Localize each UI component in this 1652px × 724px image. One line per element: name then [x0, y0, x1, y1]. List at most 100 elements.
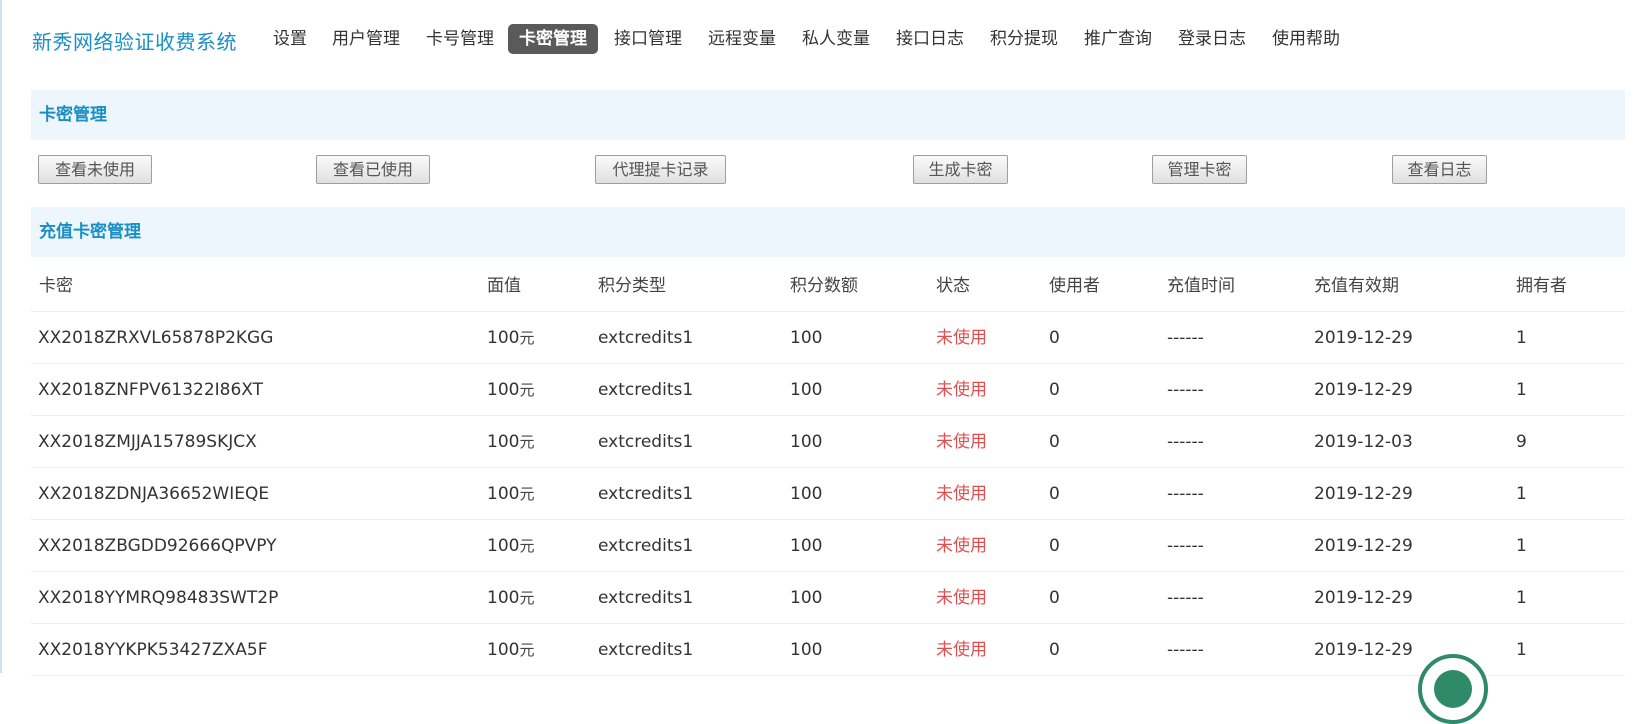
nav-api-management[interactable]: 接口管理 [611, 24, 685, 54]
owner-id: 1 [1516, 380, 1527, 400]
expiry-date: 2019-12-03 [1314, 432, 1413, 452]
credit-amount: 100 [790, 432, 823, 452]
floating-service-icon[interactable] [1418, 654, 1488, 724]
agent-card-records-button[interactable]: 代理提卡记录 [595, 155, 726, 184]
credit-type: extcredits1 [598, 328, 694, 348]
value-number: 100 [487, 380, 520, 400]
nav-user-management[interactable]: 用户管理 [329, 24, 403, 54]
nav-login-log[interactable]: 登录日志 [1175, 24, 1249, 54]
action-button-row: 查看未使用 查看已使用 代理提卡记录 生成卡密 管理卡密 查看日志 [31, 142, 1625, 194]
owner-id: 1 [1516, 536, 1527, 556]
face-value: 100元 [487, 468, 534, 520]
recharge-time: ------ [1167, 640, 1204, 660]
expiry-date: 2019-12-29 [1314, 640, 1413, 660]
table-row: XX2018ZBGDD92666QPVPY 100元 extcredits1 1… [31, 520, 1625, 572]
owner-id: 9 [1516, 432, 1527, 452]
recharge-time: ------ [1167, 536, 1204, 556]
status-text: 未使用 [936, 484, 987, 504]
nav-points-withdrawal[interactable]: 积分提现 [987, 24, 1061, 54]
top-navigation-bar: 新秀网络验证收费系统 设置 用户管理 卡号管理 卡密管理 接口管理 远程变量 私… [0, 0, 1652, 80]
column-header-value: 面值 [487, 276, 521, 296]
section-title: 卡密管理 [39, 105, 107, 125]
expiry-date: 2019-12-29 [1314, 588, 1413, 608]
recharge-time: ------ [1167, 588, 1204, 608]
table-row: XX2018ZMJJA15789SKJCX 100元 extcredits1 1… [31, 416, 1625, 468]
credit-amount: 100 [790, 328, 823, 348]
nav-api-log[interactable]: 接口日志 [893, 24, 967, 54]
manage-cards-button[interactable]: 管理卡密 [1152, 155, 1247, 184]
nav-remote-variables[interactable]: 远程变量 [705, 24, 779, 54]
main-nav: 设置 用户管理 卡号管理 卡密管理 接口管理 远程变量 私人变量 接口日志 积分… [0, 0, 1652, 80]
column-header-owner: 拥有者 [1516, 276, 1567, 296]
column-header-expiry: 充值有效期 [1314, 276, 1399, 296]
section-header-card-management: 卡密管理 [31, 90, 1625, 140]
nav-settings[interactable]: 设置 [271, 24, 309, 54]
owner-id: 1 [1516, 328, 1527, 348]
nav-card-secret-management[interactable]: 卡密管理 [508, 24, 598, 54]
expiry-date: 2019-12-29 [1314, 328, 1413, 348]
table-row: XX2018YYMRQ98483SWT2P 100元 extcredits1 1… [31, 572, 1625, 624]
user-id: 0 [1049, 536, 1060, 556]
column-header-card: 卡密 [39, 276, 73, 296]
user-id: 0 [1049, 328, 1060, 348]
column-header-recharge-time: 充值时间 [1167, 276, 1235, 296]
user-id: 0 [1049, 484, 1060, 504]
owner-id: 1 [1516, 484, 1527, 504]
section-title: 充值卡密管理 [39, 222, 141, 242]
page-left-border [0, 0, 2, 673]
recharge-card-table: 卡密 面值 积分类型 积分数额 状态 使用者 充值时间 充值有效期 拥有者 XX… [31, 260, 1625, 676]
value-number: 100 [487, 588, 520, 608]
credit-amount: 100 [790, 380, 823, 400]
user-id: 0 [1049, 432, 1060, 452]
table-header-row: 卡密 面值 积分类型 积分数额 状态 使用者 充值时间 充值有效期 拥有者 [31, 260, 1625, 312]
nav-promotion-query[interactable]: 推广查询 [1081, 24, 1155, 54]
credit-amount: 100 [790, 484, 823, 504]
status-text: 未使用 [936, 432, 987, 452]
table-body: XX2018ZRXVL65878P2KGG 100元 extcredits1 1… [31, 312, 1625, 676]
recharge-time: ------ [1167, 484, 1204, 504]
status-text: 未使用 [936, 380, 987, 400]
nav-help[interactable]: 使用帮助 [1269, 24, 1343, 54]
recharge-time: ------ [1167, 328, 1204, 348]
card-code: XX2018ZNFPV61322I86XT [38, 380, 264, 400]
credit-type: extcredits1 [598, 640, 694, 660]
table-row: XX2018ZNFPV61322I86XT 100元 extcredits1 1… [31, 364, 1625, 416]
column-header-status: 状态 [936, 276, 970, 296]
nav-card-number-management[interactable]: 卡号管理 [423, 24, 497, 54]
face-value: 100元 [487, 364, 534, 416]
value-number: 100 [487, 536, 520, 556]
card-code: XX2018ZMJJA15789SKJCX [38, 432, 257, 452]
section-header-recharge-card-management: 充值卡密管理 [31, 207, 1625, 257]
table-row: XX2018ZDNJA36652WIEQE 100元 extcredits1 1… [31, 468, 1625, 520]
user-id: 0 [1049, 640, 1060, 660]
card-code: XX2018ZBGDD92666QPVPY [38, 536, 277, 556]
face-value: 100元 [487, 312, 534, 364]
face-value: 100元 [487, 572, 534, 624]
column-header-user: 使用者 [1049, 276, 1100, 296]
credit-type: extcredits1 [598, 484, 694, 504]
credit-type: extcredits1 [598, 380, 694, 400]
value-number: 100 [487, 484, 520, 504]
card-code: XX2018YYKPK53427ZXA5F [38, 640, 268, 660]
column-header-credit-amount: 积分数额 [790, 276, 858, 296]
value-number: 100 [487, 432, 520, 452]
card-code: XX2018YYMRQ98483SWT2P [38, 588, 279, 608]
table-row: XX2018YYKPK53427ZXA5F 100元 extcredits1 1… [31, 624, 1625, 676]
value-unit: 元 [519, 537, 535, 555]
value-number: 100 [487, 328, 520, 348]
value-unit: 元 [519, 641, 535, 659]
value-unit: 元 [519, 381, 535, 399]
value-unit: 元 [519, 329, 535, 347]
recharge-time: ------ [1167, 380, 1204, 400]
owner-id: 1 [1516, 588, 1527, 608]
view-log-button[interactable]: 查看日志 [1392, 155, 1487, 184]
credit-type: extcredits1 [598, 432, 694, 452]
face-value: 100元 [487, 624, 534, 676]
nav-private-variables[interactable]: 私人变量 [799, 24, 873, 54]
view-unused-button[interactable]: 查看未使用 [38, 155, 152, 184]
generate-cards-button[interactable]: 生成卡密 [913, 155, 1008, 184]
face-value: 100元 [487, 520, 534, 572]
floating-service-icon-inner [1434, 670, 1472, 708]
credit-amount: 100 [790, 536, 823, 556]
view-used-button[interactable]: 查看已使用 [316, 155, 430, 184]
